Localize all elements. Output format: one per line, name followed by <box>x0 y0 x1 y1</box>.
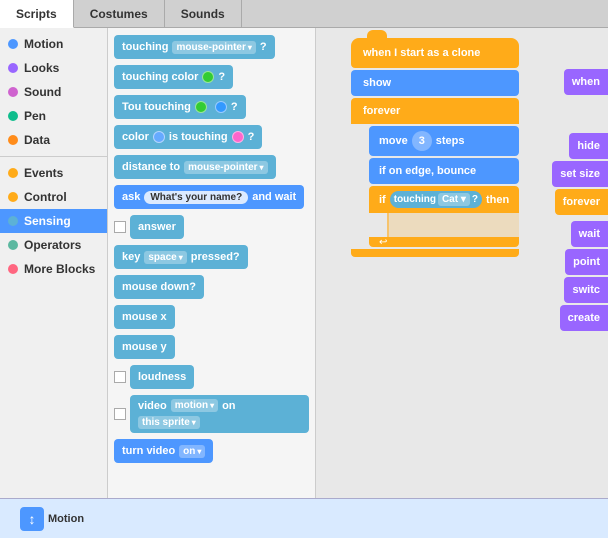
color-swatch-2[interactable] <box>195 101 207 113</box>
cat-dot-motion <box>8 39 18 49</box>
block-row-touching: touching mouse-pointer ? <box>114 35 309 59</box>
partial-block-when[interactable]: when <box>564 69 608 95</box>
cat-dot-events <box>8 168 18 178</box>
block-loudness[interactable]: loudness <box>130 365 194 389</box>
cat-pen[interactable]: Pen <box>0 104 107 128</box>
partial-block-hide[interactable]: hide <box>569 133 608 159</box>
block-distance-to[interactable]: distance to mouse-pointer <box>114 155 276 179</box>
block-row-mouse-down: mouse down? <box>114 275 309 299</box>
bottom-motion-icon: ↕ <box>20 507 44 531</box>
block-row-answer: answer <box>114 215 309 239</box>
checkbox-loudness[interactable] <box>114 371 126 383</box>
block-mouse-x[interactable]: mouse x <box>114 305 175 329</box>
block-row-video: video motion on this sprite <box>114 395 309 433</box>
content-area: Motion Looks Sound Pen Data Events <box>0 28 608 498</box>
partial-block-switch[interactable]: switc <box>564 277 608 303</box>
color-swatch-3[interactable] <box>215 101 227 113</box>
cat-more-blocks[interactable]: More Blocks <box>0 257 107 281</box>
tab-costumes[interactable]: Costumes <box>74 0 165 27</box>
block-row-mouse-y: mouse y <box>114 335 309 359</box>
partial-block-wait[interactable]: wait <box>571 221 608 247</box>
block-if-top[interactable]: if touching Cat ▾ ? then <box>369 186 519 213</box>
cat-dot-operators <box>8 240 18 250</box>
block-when-clone[interactable]: when I start as a clone <box>351 38 519 68</box>
cat-dot-more-blocks <box>8 264 18 274</box>
cat-dot-sensing <box>8 216 18 226</box>
cat-dot-data <box>8 135 18 145</box>
cat-divider <box>0 156 107 157</box>
cat-dot-pen <box>8 111 18 121</box>
cat-looks[interactable]: Looks <box>0 56 107 80</box>
num-3[interactable]: 3 <box>412 131 432 151</box>
cat-sound[interactable]: Sound <box>0 80 107 104</box>
partial-block-forever[interactable]: forever <box>555 189 608 215</box>
cat-dot-control <box>8 192 18 202</box>
block-mouse-down[interactable]: mouse down? <box>114 275 204 299</box>
block-touching[interactable]: touching mouse-pointer ? <box>114 35 275 59</box>
color-swatch-4[interactable] <box>153 131 165 143</box>
tab-sounds[interactable]: Sounds <box>165 0 242 27</box>
touching-dropdown[interactable]: Cat ▾ <box>438 193 470 206</box>
block-row-touching-color: touching color ? <box>114 65 309 89</box>
tab-scripts[interactable]: Scripts <box>0 0 74 28</box>
block-show[interactable]: show <box>351 70 519 96</box>
blocks-panel: touching mouse-pointer ? touching color … <box>108 28 316 498</box>
block-row-turn-video: turn video on <box>114 439 309 463</box>
block-move-steps[interactable]: move 3 steps <box>369 126 519 156</box>
script-area[interactable]: when I start as a clone show forever <box>316 28 608 498</box>
forever-bottom <box>351 249 519 257</box>
block-row-color-touching: color is touching ? <box>114 125 309 149</box>
block-color-touching[interactable]: color is touching ? <box>114 125 262 149</box>
block-answer[interactable]: answer <box>130 215 184 239</box>
block-row-mouse-x: mouse x <box>114 305 309 329</box>
block-video-motion[interactable]: video motion on this sprite <box>130 395 309 433</box>
block-row-key-pressed: key space pressed? <box>114 245 309 269</box>
bottom-cat-motion[interactable]: ↕ Motion <box>20 507 84 531</box>
block-mouse-y[interactable]: mouse y <box>114 335 175 359</box>
cat-dot-looks <box>8 63 18 73</box>
tab-bar: Scripts Costumes Sounds <box>0 0 608 28</box>
block-ask[interactable]: ask What's your name? and wait <box>114 185 304 209</box>
if-body <box>387 213 519 237</box>
color-swatch-1[interactable] <box>202 71 214 83</box>
partial-block-create[interactable]: create <box>560 305 608 331</box>
condition-touching[interactable]: touching Cat ▾ ? <box>390 191 482 208</box>
block-forever: forever move 3 steps if on edge, bounce <box>351 98 519 257</box>
checkbox-video[interactable] <box>114 408 126 420</box>
script-stack-1: when I start as a clone show forever <box>351 38 519 257</box>
cat-data[interactable]: Data <box>0 128 107 152</box>
block-row-tou-touching: Tou touching ? <box>114 95 309 119</box>
cat-control[interactable]: Control <box>0 185 107 209</box>
block-tou-touching[interactable]: Tou touching ? <box>114 95 246 119</box>
bottom-bar: ↕ Motion <box>0 498 608 538</box>
partial-block-point[interactable]: point <box>565 249 608 275</box>
block-row-ask: ask What's your name? and wait <box>114 185 309 209</box>
block-key-pressed[interactable]: key space pressed? <box>114 245 248 269</box>
block-turn-video[interactable]: turn video on <box>114 439 213 463</box>
block-if-on-edge[interactable]: if on edge, bounce <box>369 158 519 184</box>
cat-events[interactable]: Events <box>0 161 107 185</box>
color-swatch-5[interactable] <box>232 131 244 143</box>
block-if-touching: if touching Cat ▾ ? then <box>369 186 519 247</box>
block-if-bottom: ↩ <box>369 237 519 247</box>
partial-block-set-size[interactable]: set size <box>552 161 608 187</box>
block-row-loudness: loudness <box>114 365 309 389</box>
cat-motion[interactable]: Motion <box>0 32 107 56</box>
block-forever-top[interactable]: forever <box>351 98 519 124</box>
forever-body: move 3 steps if on edge, bounce if <box>369 124 519 249</box>
cat-operators[interactable]: Operators <box>0 233 107 257</box>
block-touching-color[interactable]: touching color ? <box>114 65 233 89</box>
block-row-distance: distance to mouse-pointer <box>114 155 309 179</box>
cat-sensing[interactable]: Sensing <box>0 209 107 233</box>
checkbox-answer[interactable] <box>114 221 126 233</box>
categories-panel: Motion Looks Sound Pen Data Events <box>0 28 108 498</box>
cat-dot-sound <box>8 87 18 97</box>
